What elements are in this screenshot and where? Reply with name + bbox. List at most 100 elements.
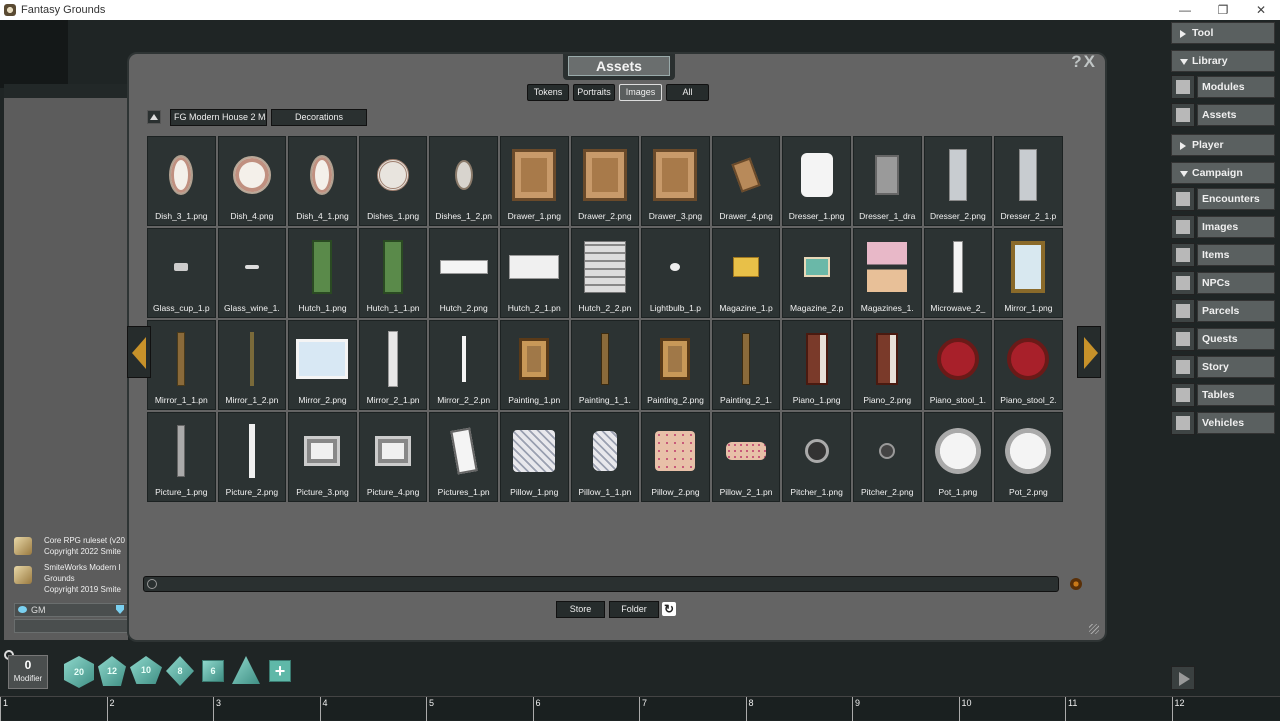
sidebar-item-images[interactable]: Images (1171, 215, 1275, 239)
filter-icon[interactable] (1070, 578, 1082, 590)
asset-tile[interactable]: Piano_stool_2. (994, 320, 1063, 410)
modifier-box[interactable]: 0 Modifier (8, 655, 48, 689)
asset-tile[interactable]: Glass_cup_1.p (147, 228, 216, 318)
tab-portraits[interactable]: Portraits (573, 84, 615, 101)
asset-tile[interactable]: Lightbulb_1.p (641, 228, 710, 318)
hotbar-slot[interactable]: 4 (319, 697, 426, 721)
asset-tile[interactable]: Pillow_2.png (641, 412, 710, 502)
tab-images[interactable]: Images (619, 84, 662, 101)
asset-tile[interactable]: Dishes_1_2.pn (429, 136, 498, 226)
minimize-icon[interactable]: — (1166, 0, 1204, 20)
help-close-icons[interactable]: ?X (1071, 52, 1097, 72)
asset-tile[interactable]: Painting_1_1. (570, 320, 640, 410)
asset-tile[interactable]: Hutch_1_1.pn (358, 228, 428, 318)
asset-tile[interactable]: Mirror_2_2.pn (429, 320, 498, 410)
asset-tile[interactable]: Pillow_1.png (499, 412, 569, 502)
asset-tile[interactable]: Hutch_1.png (288, 228, 357, 318)
asset-tile[interactable]: Mirror_1_1.pn (147, 320, 216, 410)
sidebar-item-quests[interactable]: Quests (1171, 327, 1275, 351)
play-icon[interactable] (1171, 666, 1195, 690)
asset-tile[interactable]: Pot_2.png (994, 412, 1063, 502)
asset-tile[interactable]: Picture_1.png (147, 412, 216, 502)
folder-button[interactable]: Folder (609, 601, 659, 618)
restore-icon[interactable]: ❐ (1204, 0, 1242, 20)
asset-tile[interactable]: Dish_4_1.png (288, 136, 357, 226)
asset-tile[interactable]: Picture_2.png (217, 412, 287, 502)
asset-tile[interactable]: Magazines_1. (852, 228, 922, 318)
asset-tile[interactable]: Picture_3.png (288, 412, 357, 502)
asset-tile[interactable]: Picture_4.png (358, 412, 428, 502)
sidebar-item-encounters[interactable]: Encounters (1171, 187, 1275, 211)
asset-tile[interactable]: Dresser_2.png (923, 136, 993, 226)
sidebar-item-vehicles[interactable]: Vehicles (1171, 411, 1275, 435)
asset-tile[interactable]: Microwave_2_ (923, 228, 993, 318)
asset-tile[interactable]: Piano_stool_1. (923, 320, 993, 410)
asset-tile[interactable]: Dresser_1.png (782, 136, 851, 226)
asset-tile[interactable]: Drawer_1.png (499, 136, 569, 226)
prev-page-button[interactable] (127, 326, 151, 378)
store-button[interactable]: Store (556, 601, 605, 618)
asset-tile[interactable]: Pitcher_2.png (852, 412, 922, 502)
sidebar-item-story[interactable]: Story (1171, 355, 1275, 379)
asset-tile[interactable]: Dresser_1_dra (852, 136, 922, 226)
sidebar-section-library[interactable]: Library (1171, 50, 1275, 72)
refresh-icon[interactable]: ↻ (662, 602, 676, 616)
sidebar-section-tool[interactable]: Tool (1171, 22, 1275, 44)
breadcrumb-subfolder[interactable]: Decorations (271, 109, 367, 126)
hotbar-slot[interactable]: 9 (852, 697, 958, 721)
sidebar-item-npcs[interactable]: NPCs (1171, 271, 1275, 295)
asset-tile[interactable]: Hutch_2_1.pn (499, 228, 569, 318)
asset-tile[interactable]: Hutch_2.png (429, 228, 498, 318)
asset-tile[interactable]: Pillow_2_1.pn (711, 412, 781, 502)
asset-tile[interactable]: Pictures_1.pn (429, 412, 498, 502)
asset-tile[interactable]: Drawer_3.png (641, 136, 710, 226)
asset-tile[interactable]: Mirror_2_1.pn (358, 320, 428, 410)
asset-tile[interactable]: Dresser_2_1.p (994, 136, 1063, 226)
asset-tile[interactable]: Dish_4.png (217, 136, 287, 226)
asset-tile[interactable]: Painting_2.png (641, 320, 710, 410)
sidebar-item-parcels[interactable]: Parcels (1171, 299, 1275, 323)
search-input[interactable] (143, 576, 1059, 592)
hotbar-slot[interactable]: 8 (745, 697, 852, 721)
d6-die[interactable]: 6 (202, 660, 224, 682)
hotbar-slot[interactable]: 11 (1065, 697, 1171, 721)
asset-tile[interactable]: Pitcher_1.png (782, 412, 851, 502)
sidebar-section-player[interactable]: Player (1171, 134, 1275, 156)
asset-tile[interactable]: Dish_3_1.png (147, 136, 216, 226)
hotbar-slot[interactable]: 2 (106, 697, 213, 721)
resize-handle-icon[interactable] (1089, 624, 1099, 634)
asset-tile[interactable]: Painting_2_1. (711, 320, 781, 410)
asset-tile[interactable]: Painting_1.pn (499, 320, 569, 410)
chat-input[interactable] (14, 619, 128, 633)
folder-up-icon[interactable] (147, 110, 161, 124)
asset-tile[interactable]: Pot_1.png (923, 412, 993, 502)
asset-tile[interactable]: Piano_2.png (852, 320, 922, 410)
asset-tile[interactable]: Pillow_1_1.pn (570, 412, 640, 502)
hotbar-slot[interactable]: 7 (639, 697, 745, 721)
sidebar-item-tables[interactable]: Tables (1171, 383, 1275, 407)
hotbar-slot[interactable]: 6 (532, 697, 639, 721)
hotbar-slot[interactable]: 1 (0, 697, 106, 721)
tab-all[interactable]: All (666, 84, 709, 101)
asset-tile[interactable]: Magazine_2.p (782, 228, 851, 318)
next-page-button[interactable] (1077, 326, 1101, 378)
hotbar-slot[interactable]: 5 (426, 697, 532, 721)
asset-tile[interactable]: Piano_1.png (782, 320, 851, 410)
asset-tile[interactable]: Dishes_1.png (358, 136, 428, 226)
add-dice-button[interactable]: + (269, 660, 291, 682)
sidebar-section-campaign[interactable]: Campaign (1171, 162, 1275, 184)
asset-tile[interactable]: Magazine_1.p (711, 228, 781, 318)
chat-identity-select[interactable]: GM (14, 603, 128, 617)
asset-tile[interactable]: Hutch_2_2.pn (570, 228, 640, 318)
asset-tile[interactable]: Glass_wine_1. (217, 228, 287, 318)
close-icon[interactable]: ✕ (1242, 0, 1280, 20)
sidebar-item-items[interactable]: Items (1171, 243, 1275, 267)
hotbar-slot[interactable]: 12 (1171, 697, 1278, 721)
sidebar-item-modules[interactable]: Modules (1171, 75, 1275, 99)
asset-tile[interactable]: Mirror_1.png (994, 228, 1063, 318)
asset-tile[interactable]: Drawer_4.png (711, 136, 781, 226)
breadcrumb-folder[interactable]: FG Modern House 2 Ma (170, 109, 267, 126)
sidebar-item-assets[interactable]: Assets (1171, 103, 1275, 127)
asset-tile[interactable]: Mirror_2.png (288, 320, 357, 410)
hotbar-slot[interactable]: 3 (213, 697, 319, 721)
